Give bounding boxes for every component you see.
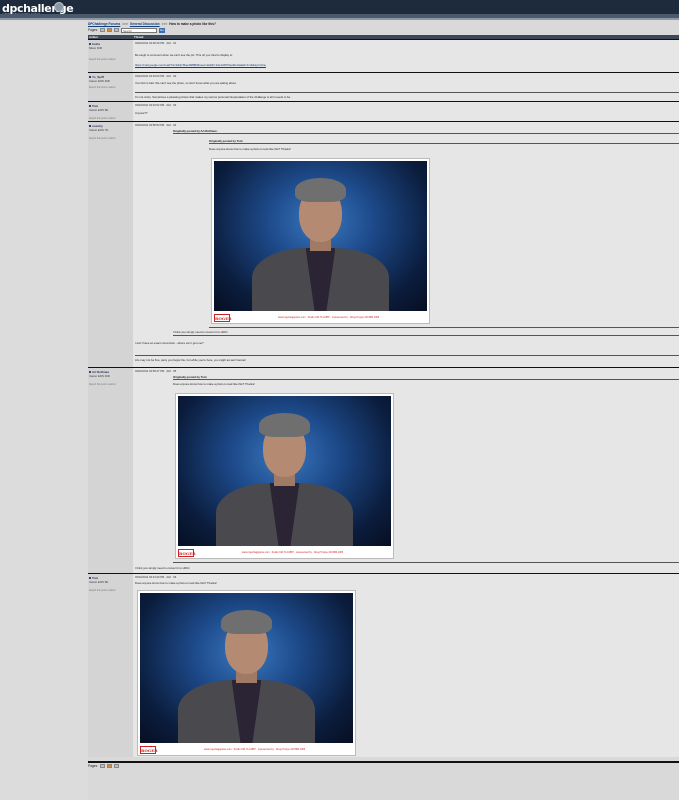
- post-author-col: Tom Canon EOS 5D Report this post to adm…: [88, 102, 133, 121]
- post-signature: I'm not crazy. Sometimes a pleasing pict…: [135, 95, 291, 99]
- post-author-col: Art Roflmao Canon EOS 40D Report this po…: [88, 368, 133, 573]
- report-post-link[interactable]: Report this post to admin: [89, 86, 116, 89]
- post-camera: Canon EOS 40D: [89, 373, 110, 378]
- post-message-col: 03/02/2011 03:49:52 PM · Ref · #3 Anyone…: [133, 102, 679, 121]
- post-4: coentry Canon EOS 7D Report this post to…: [88, 121, 679, 367]
- quote-rule: [173, 379, 679, 380]
- image-credit: www.rogerhaggstone.com · Studio 310.714.…: [241, 551, 344, 554]
- post-camera: Canon EOS 7D: [89, 127, 109, 132]
- page-next-button[interactable]: [113, 763, 119, 768]
- report-post-link[interactable]: Report this post to admin: [89, 137, 116, 140]
- portrait-hair: [294, 177, 347, 202]
- quote-rule: [173, 562, 679, 563]
- page-prev-button[interactable]: [99, 763, 105, 768]
- thread-search-input[interactable]: Search: [120, 27, 157, 33]
- breadcrumb-section-link[interactable]: General Discussion: [130, 22, 160, 26]
- post-author-col: Yo_Spiff Canon EOS 40D Report this post …: [88, 73, 133, 101]
- post-text: I don't have an exact conversion - where…: [135, 341, 204, 345]
- pages-label: Pages:: [88, 763, 98, 768]
- roger-logo: ROGER: [140, 745, 158, 754]
- pagination-bottom: Pages:: [88, 763, 119, 768]
- table-footer-rule: [88, 761, 679, 763]
- post-message-col: 03/02/2011 03:58:53 PM · Ref · #4 Origin…: [133, 122, 679, 367]
- post-3: Tom Canon EOS 5D Report this post to adm…: [88, 101, 679, 121]
- post-6: Tom Canon EOS 5D Report this post to adm…: [88, 573, 679, 757]
- page-prev-button[interactable]: [99, 28, 105, 32]
- post-camera: Canon EOS 5D: [89, 107, 109, 112]
- pages-label: Pages:: [88, 28, 98, 32]
- portrait-photo: [140, 593, 353, 743]
- thread-table: Author Thread tnuhs Nikon D40 Report thi…: [88, 35, 679, 757]
- globe-icon: [54, 2, 64, 12]
- post-date: 03/02/2011 03:49:00 PM · Ref · #2: [135, 75, 177, 78]
- post-date: 03/02/2011 03:58:53 PM · Ref · #4: [135, 124, 177, 127]
- post-image[interactable]: ROGER www.rogerhaggstone.com · Studio 31…: [211, 158, 430, 324]
- post-camera: Nikon D40: [89, 45, 103, 50]
- post-date: 03/02/2011 03:49:52 PM · Ref · #3: [135, 104, 177, 107]
- post-image[interactable]: ROGER www.rogerhaggstone.com · Studio 31…: [175, 393, 394, 559]
- breadcrumb-separator: >>>: [122, 21, 128, 26]
- report-post-link[interactable]: Report this post to admin: [89, 117, 116, 120]
- left-margin: [0, 20, 88, 800]
- post-text: I think you simply need to convert it to…: [173, 330, 229, 334]
- post-message-col: 03/02/2011 03:48:29 PM · Ref · #1 Be tou…: [133, 40, 679, 75]
- roger-logo: ROGER: [178, 548, 196, 557]
- post-author-col: tnuhs Nikon D40 Report this post to admi…: [88, 40, 133, 72]
- post-author-col: Tom Canon EOS 5D Report this post to adm…: [88, 574, 133, 757]
- post-message-col: 03/02/2011 03:58:27 PM · Ref · #5 Origin…: [133, 368, 679, 573]
- search-go-button[interactable]: Go: [158, 27, 165, 33]
- post-1: tnuhs Nikon D40 Report this post to admi…: [88, 39, 679, 75]
- post-text: Does anyone know how to make a photo to …: [135, 581, 217, 585]
- post-date: 03/02/2011 03:58:27 PM · Ref · #5: [135, 370, 177, 373]
- post-text: Anyone??: [135, 111, 148, 115]
- signature-rule: [135, 92, 679, 93]
- post-date: 03/02/2011 03:43:29 PM · Ref · #6: [135, 576, 177, 579]
- quote-rule: [209, 143, 679, 144]
- post-link[interactable]: https://mail.google.com/mail/?ui=2&ik=f5…: [135, 63, 266, 67]
- post-signature: Life may not be fine, party you forget t…: [135, 358, 247, 362]
- post-camera: Canon EOS 40D: [89, 78, 110, 83]
- page-next-button[interactable]: [113, 28, 119, 32]
- site-header: dpchallenge a digital photography contes…: [0, 0, 679, 18]
- post-5: Art Roflmao Canon EOS 40D Report this po…: [88, 367, 679, 573]
- post-date: 03/02/2011 03:48:29 PM · Ref · #1: [135, 42, 177, 45]
- report-post-link[interactable]: Report this post to admin: [89, 58, 116, 61]
- quote-text: Does anyone know how to make a photo to …: [173, 382, 255, 386]
- image-caption: ROGER www.rogerhaggstone.com · Studio 31…: [140, 745, 353, 754]
- quote-rule: [209, 327, 679, 328]
- page-current-button[interactable]: [106, 28, 112, 32]
- signature-rule: [135, 355, 679, 356]
- post-message-col: 03/02/2011 03:43:29 PM · Ref · #6 Does a…: [133, 574, 679, 757]
- roger-logo: ROGER: [214, 313, 232, 322]
- post-2: Yo_Spiff Canon EOS 40D Report this post …: [88, 72, 679, 101]
- quote-rule: [173, 335, 679, 336]
- quote-text: Does anyone know how to make a photo to …: [209, 147, 291, 151]
- portrait-hair: [220, 609, 273, 634]
- image-credit: www.rogerhaggstone.com · Studio 310.714.…: [203, 748, 306, 751]
- report-post-link[interactable]: Report this post to admin: [89, 383, 116, 386]
- post-message-col: 03/02/2011 03:49:00 PM · Ref · #2 Your l…: [133, 73, 679, 101]
- post-text: I think you simply need to convert it to…: [135, 566, 191, 570]
- breadcrumb: DPChallenge Forums >>> General Discussio…: [88, 21, 588, 26]
- portrait-hair: [258, 412, 311, 437]
- post-text: Be tough to comment when we can't see th…: [135, 53, 233, 57]
- image-caption: ROGER www.rogerhaggstone.com · Studio 31…: [214, 313, 427, 322]
- nav-bar: [0, 18, 679, 20]
- portrait-photo: [178, 396, 391, 546]
- post-text: Your link is bad. We can't see the photo…: [135, 81, 237, 85]
- breadcrumb-separator: >>>: [161, 21, 168, 26]
- portrait-photo: [214, 161, 427, 311]
- post-author-col: coentry Canon EOS 7D Report this post to…: [88, 122, 133, 367]
- post-image[interactable]: ROGER www.rogerhaggstone.com · Studio 31…: [137, 590, 356, 756]
- post-camera: Canon EOS 5D: [89, 579, 109, 584]
- report-post-link[interactable]: Report this post to admin: [89, 589, 116, 592]
- quote-rule: [173, 133, 679, 134]
- page-current-button[interactable]: [106, 763, 112, 768]
- breadcrumb-thread-title: How to make a photo like this?: [169, 21, 216, 26]
- pagination-top: Pages: Search Go: [88, 27, 165, 33]
- image-caption: ROGER www.rogerhaggstone.com · Studio 31…: [178, 548, 391, 557]
- image-credit: www.rogerhaggstone.com · Studio 310.714.…: [277, 316, 380, 319]
- breadcrumb-forums-link[interactable]: DPChallenge Forums: [88, 22, 120, 26]
